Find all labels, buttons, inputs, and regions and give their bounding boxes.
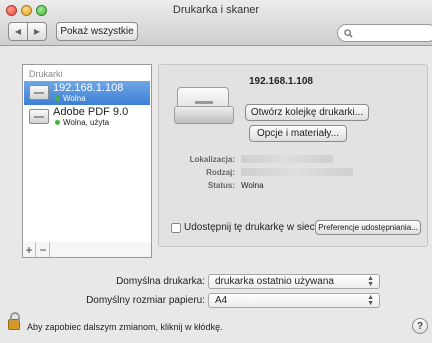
printer-item-adobe-pdf[interactable]: Adobe PDF 9.0 Wolna, użyta: [24, 105, 150, 129]
chevron-left-icon: ◀: [14, 27, 22, 36]
search-field[interactable]: [337, 24, 432, 42]
printer-item-192-168-1-108[interactable]: 192.168.1.108 Wolna: [24, 81, 150, 105]
question-mark-icon: ?: [416, 320, 424, 332]
select-arrows-icon: ▲ ▼: [367, 294, 374, 307]
printer-detail-panel: 192.168.1.108 Otwórz kolejkę drukarki...…: [158, 64, 428, 247]
location-value-redacted: [241, 155, 333, 163]
share-printer-checkbox[interactable]: [171, 223, 181, 233]
printer-name: 192.168.1.108: [53, 82, 124, 94]
options-supplies-button[interactable]: Opcje i materiały...: [249, 125, 347, 142]
sharing-preferences-button[interactable]: Preferencje udostępniania...: [315, 220, 421, 235]
status-dot-icon: [55, 96, 60, 101]
lock-message: Aby zapobiec dalszym zmianom, kliknij w …: [27, 322, 223, 332]
search-icon: [344, 28, 353, 38]
back-button[interactable]: ◀: [9, 23, 27, 40]
default-printer-label: Domyślna drukarka:: [116, 276, 205, 287]
kind-label: Rodzaj:: [206, 168, 235, 177]
forward-button[interactable]: ▶: [27, 23, 46, 40]
lock-icon[interactable]: [8, 312, 20, 330]
add-remove-bar: + −: [22, 242, 152, 258]
title-bar: Drukarka i skaner ◀ ▶ Pokaż wszystkie: [0, 0, 432, 46]
share-printer-label: Udostępnij tę drukarkę w sieci: [184, 222, 317, 233]
default-printer-value: drukarka ostatnio używana: [215, 276, 334, 287]
printers-list: Drukarki 192.168.1.108 Wolna Adobe PDF 9…: [22, 64, 152, 243]
printer-status-text: Wolna: [63, 94, 86, 103]
show-all-button[interactable]: Pokaż wszystkie: [56, 22, 138, 41]
window-title: Drukarka i skaner: [172, 4, 260, 16]
printer-name: Adobe PDF 9.0: [53, 106, 129, 118]
add-printer-button[interactable]: +: [23, 242, 36, 257]
paper-size-label: Domyślny rozmiar papieru:: [86, 295, 205, 306]
status-value: Wolna: [241, 181, 264, 190]
help-button[interactable]: ?: [412, 318, 428, 334]
kind-value-redacted: [241, 168, 353, 176]
paper-size-value: A4: [215, 295, 228, 306]
select-arrows-icon: ▲ ▼: [367, 275, 374, 288]
location-label: Lokalizacja:: [189, 155, 235, 164]
printer-status-text: Wolna, użyta: [63, 118, 110, 127]
paper-size-select[interactable]: A4 ▲ ▼: [208, 293, 380, 308]
printer-icon: [29, 85, 49, 100]
remove-printer-button[interactable]: −: [37, 242, 50, 257]
printer-large-icon: [174, 87, 234, 124]
printer-icon: [29, 109, 49, 124]
open-queue-button[interactable]: Otwórz kolejkę drukarki...: [245, 104, 369, 121]
printer-status: Wolna: [55, 94, 86, 103]
printer-status: Wolna, użyta: [55, 118, 109, 127]
printers-list-header: Drukarki: [29, 69, 63, 79]
chevron-right-icon: ▶: [33, 27, 41, 36]
status-dot-icon: [55, 120, 60, 125]
default-printer-select[interactable]: drukarka ostatnio używana ▲ ▼: [208, 274, 380, 289]
status-label: Status:: [207, 181, 235, 190]
navigation-segmented-control: ◀ ▶: [8, 22, 47, 41]
printer-title: 192.168.1.108: [249, 76, 313, 87]
